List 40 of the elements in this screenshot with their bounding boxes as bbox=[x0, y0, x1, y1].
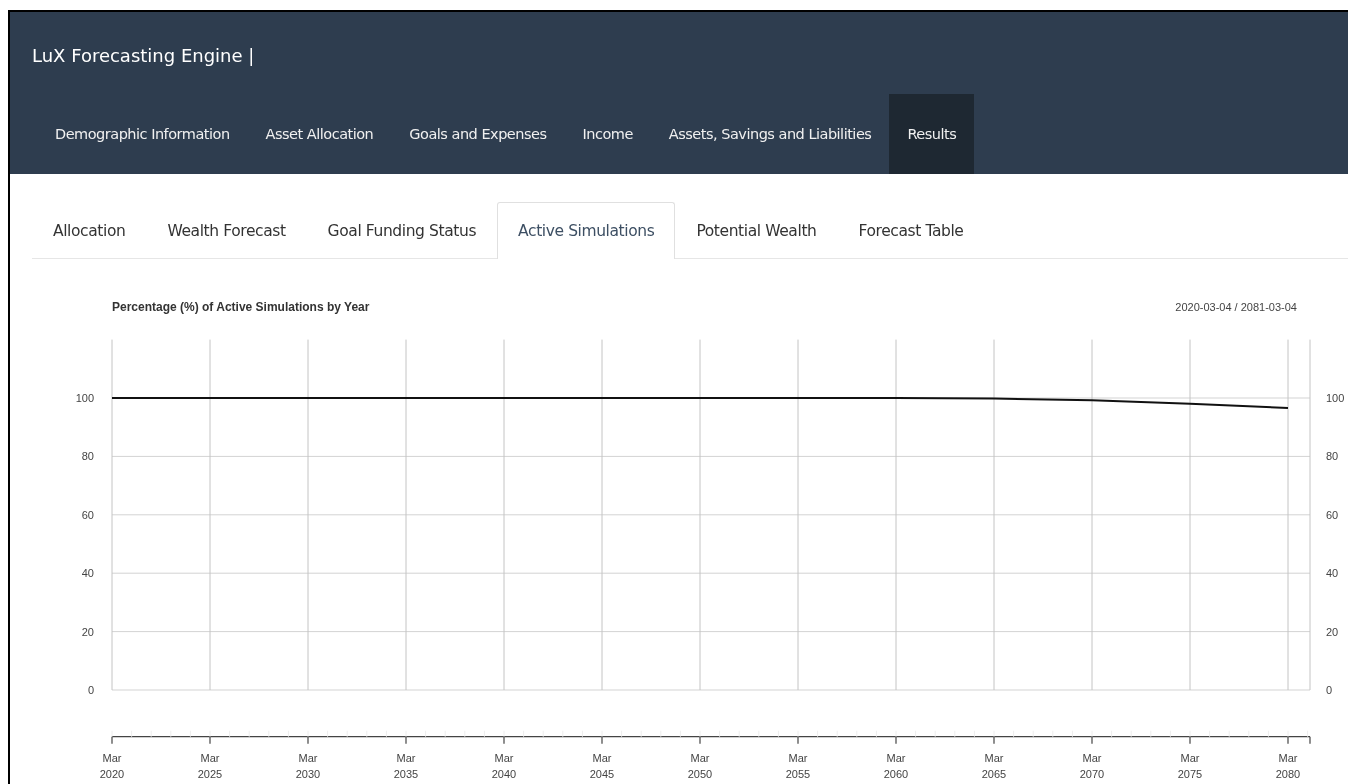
x-axis-label: Mar 2050 bbox=[687, 751, 713, 780]
nav-tab[interactable]: Results bbox=[889, 94, 975, 174]
y-axis-label: 100 bbox=[1326, 392, 1345, 404]
x-axis-label: Mar 2040 bbox=[491, 751, 517, 780]
y-axis-label: 20 bbox=[1326, 625, 1339, 638]
x-axis-label: Mar 2080 bbox=[1275, 751, 1301, 780]
result-tab[interactable]: Active Simulations bbox=[497, 202, 676, 259]
y-axis-label: 40 bbox=[1326, 567, 1339, 580]
result-tab[interactable]: Potential Wealth bbox=[675, 202, 838, 259]
y-axis-label: 80 bbox=[1326, 450, 1339, 463]
chart-title: Percentage (%) of Active Simulations by Year bbox=[112, 300, 370, 314]
result-tab[interactable]: Goal Funding Status bbox=[306, 202, 498, 259]
x-axis-label: Mar 2020 bbox=[99, 751, 125, 780]
nav-tab[interactable]: Goals and Expenses bbox=[391, 94, 565, 174]
date-range: 2020-03-04 / 2081-03-04 bbox=[1175, 301, 1297, 313]
y-axis-label: 0 bbox=[87, 684, 94, 696]
y-axis-label: 0 bbox=[1326, 684, 1333, 696]
y-axis-label: 20 bbox=[81, 625, 94, 638]
app-title: LuX Forecasting Engine | bbox=[31, 44, 256, 68]
x-axis-label: Mar 2065 bbox=[981, 751, 1007, 780]
x-axis-label: Mar 2060 bbox=[883, 751, 909, 780]
result-tab[interactable]: Wealth Forecast bbox=[146, 202, 307, 259]
x-axis-label: Mar 2035 bbox=[393, 751, 419, 780]
nav-tab[interactable]: Demographic Information bbox=[37, 94, 248, 174]
x-axis-label: Mar 2075 bbox=[1177, 751, 1203, 780]
y-axis-label: 60 bbox=[1326, 508, 1339, 521]
x-axis-label: Mar 2030 bbox=[295, 751, 321, 780]
y-axis-label: 40 bbox=[81, 567, 94, 580]
y-axis-label: 80 bbox=[81, 450, 94, 463]
nav-tab[interactable]: Income bbox=[564, 94, 651, 174]
x-axis-label: Mar 2055 bbox=[785, 751, 811, 780]
nav-tab[interactable]: Asset Allocation bbox=[247, 94, 392, 174]
y-axis-label: 60 bbox=[81, 508, 94, 521]
x-axis-label: Mar 2070 bbox=[1079, 751, 1105, 780]
x-axis-label: Mar 2045 bbox=[589, 751, 615, 780]
y-axis-label: 100 bbox=[75, 392, 94, 404]
x-axis-label: Mar 2025 bbox=[197, 751, 223, 780]
result-tab[interactable]: Forecast Table bbox=[837, 202, 985, 259]
nav-tab[interactable]: Assets, Savings and Liabilities bbox=[650, 94, 890, 174]
result-tab[interactable]: Allocation bbox=[32, 202, 147, 259]
